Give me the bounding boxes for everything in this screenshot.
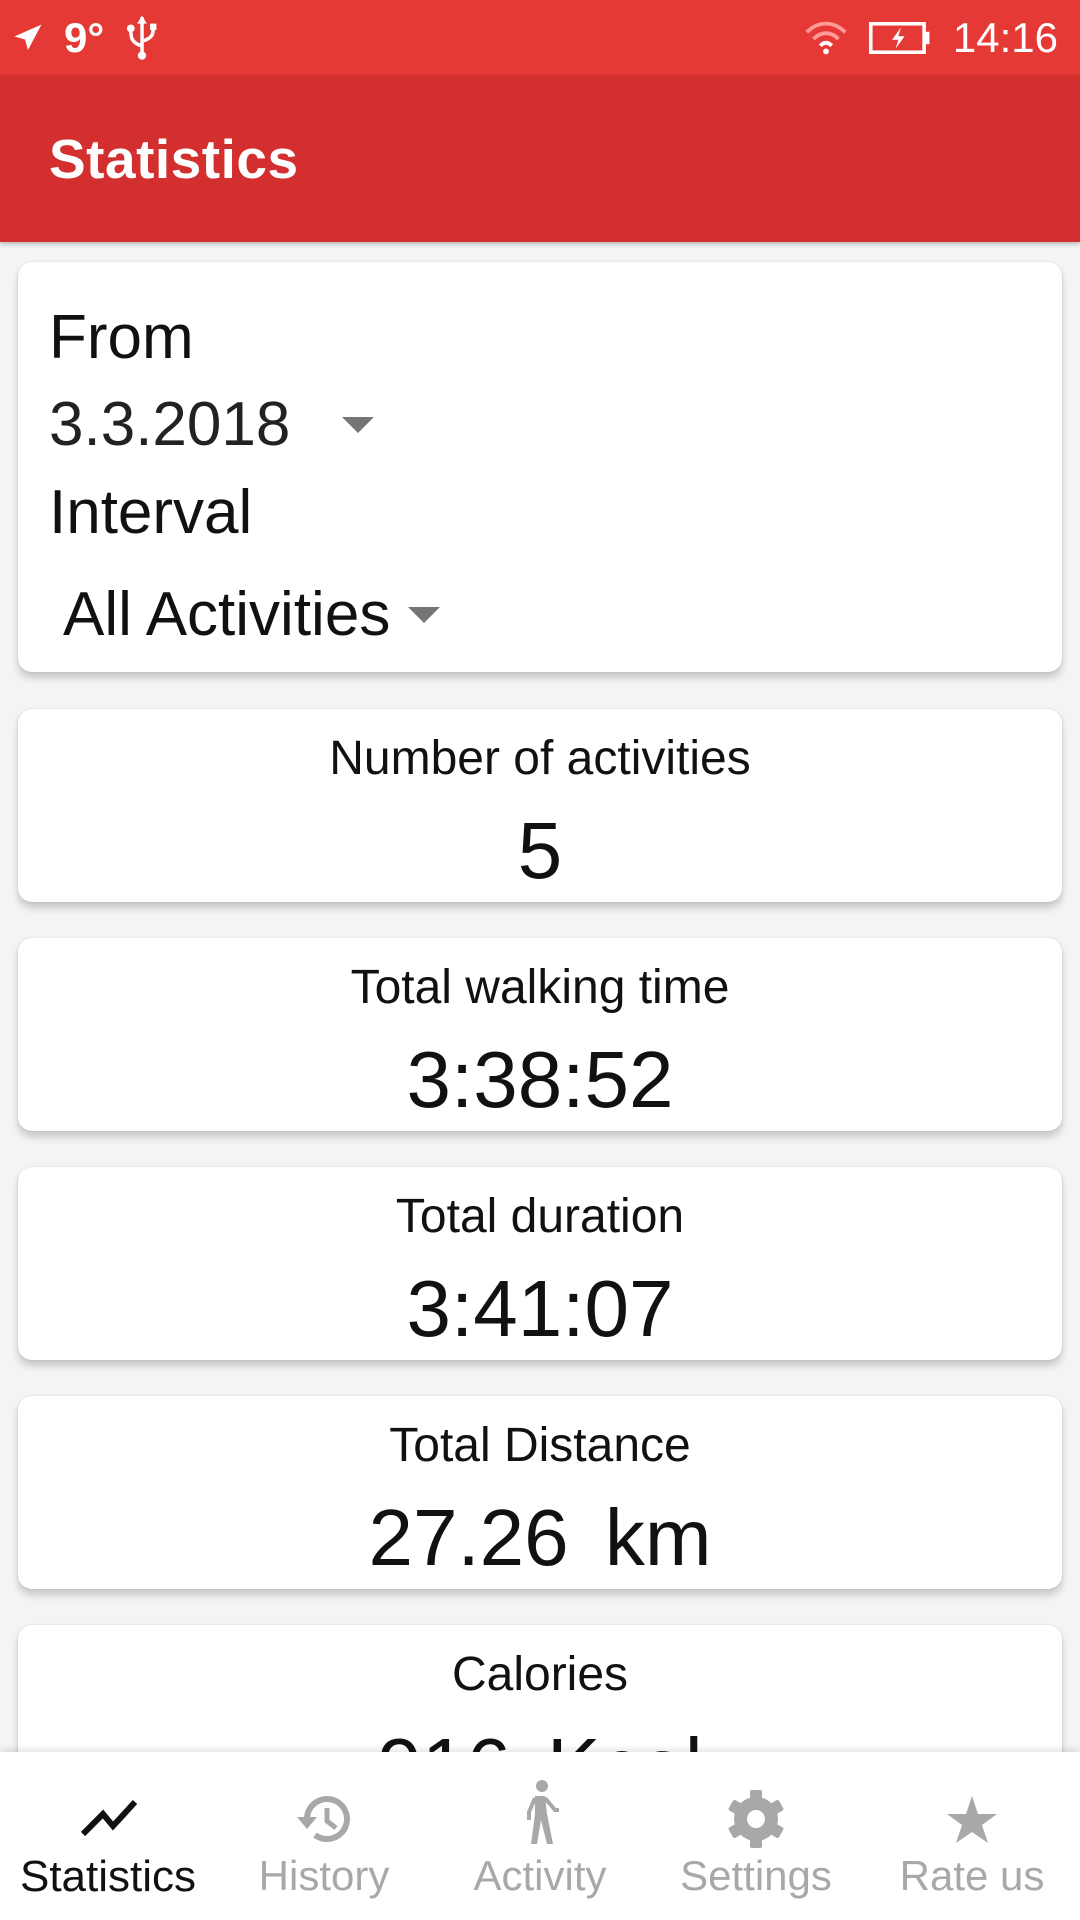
temperature: 9° xyxy=(64,13,105,61)
stat-value: 5 xyxy=(517,806,563,895)
star-icon xyxy=(947,1796,997,1843)
nav-label: Rate us xyxy=(899,1852,1045,1899)
battery-charging-icon xyxy=(868,21,930,54)
page-title: Statistics xyxy=(49,128,299,190)
from-date-dropdown[interactable]: 3.3.2018 xyxy=(49,389,375,460)
stat-label: Total duration xyxy=(395,1190,685,1243)
stat-card-number-of-activities: Number of activities 5 xyxy=(18,709,1062,902)
interval-dropdown[interactable]: All Activities xyxy=(63,579,441,650)
nav-label: History xyxy=(258,1852,390,1899)
status-bar-right: 14:16 xyxy=(803,0,1058,75)
status-bar: 9° 14:16 xyxy=(0,0,1080,75)
usb-icon xyxy=(127,15,157,60)
nav-item-settings[interactable]: Settings xyxy=(648,1752,864,1920)
history-icon xyxy=(297,1796,350,1842)
from-date-value: 3.3.2018 xyxy=(49,390,291,459)
stat-value: 27.26 km xyxy=(368,1493,712,1582)
bottom-navigation: Statistics History Activity Settings Rat… xyxy=(0,1752,1080,1920)
stat-value: 3:38:52 xyxy=(406,1035,674,1124)
trending-up-icon xyxy=(80,1799,138,1837)
gear-icon xyxy=(728,1790,784,1848)
airplane-mode-icon xyxy=(14,24,42,50)
stat-label: Total Distance xyxy=(389,1419,691,1472)
interval-value: All Activities xyxy=(63,580,391,649)
nav-item-statistics[interactable]: Statistics xyxy=(0,1752,216,1920)
nav-label: Statistics xyxy=(19,1852,197,1901)
nav-item-activity[interactable]: Activity xyxy=(432,1752,648,1920)
chevron-down-icon xyxy=(342,416,375,433)
nav-label: Settings xyxy=(680,1852,832,1899)
interval-label: Interval xyxy=(49,478,253,547)
app-bar: Statistics xyxy=(0,75,1080,242)
walking-icon xyxy=(527,1780,559,1844)
nav-item-history[interactable]: History xyxy=(216,1752,432,1920)
stat-label: Number of activities xyxy=(329,732,751,785)
wifi-icon xyxy=(805,21,847,54)
stat-label: Calories xyxy=(451,1648,629,1701)
nav-item-rate-us[interactable]: Rate us xyxy=(864,1752,1080,1920)
stat-card-total-walking-time: Total walking time 3:38:52 xyxy=(18,938,1062,1131)
status-bar-left: 9° xyxy=(10,0,162,75)
stat-card-total-distance: Total Distance 27.26 km xyxy=(18,1396,1062,1589)
chevron-down-icon xyxy=(408,606,441,623)
stat-card-total-duration: Total duration 3:41:07 xyxy=(18,1167,1062,1360)
stat-value: 3:41:07 xyxy=(406,1264,674,1353)
from-label: From xyxy=(49,303,194,372)
filter-card: From 3.3.2018 Interval All Activities xyxy=(18,262,1062,672)
clock: 14:16 xyxy=(952,13,1058,61)
nav-label: Activity xyxy=(473,1852,607,1899)
stat-label: Total walking time xyxy=(350,961,730,1014)
